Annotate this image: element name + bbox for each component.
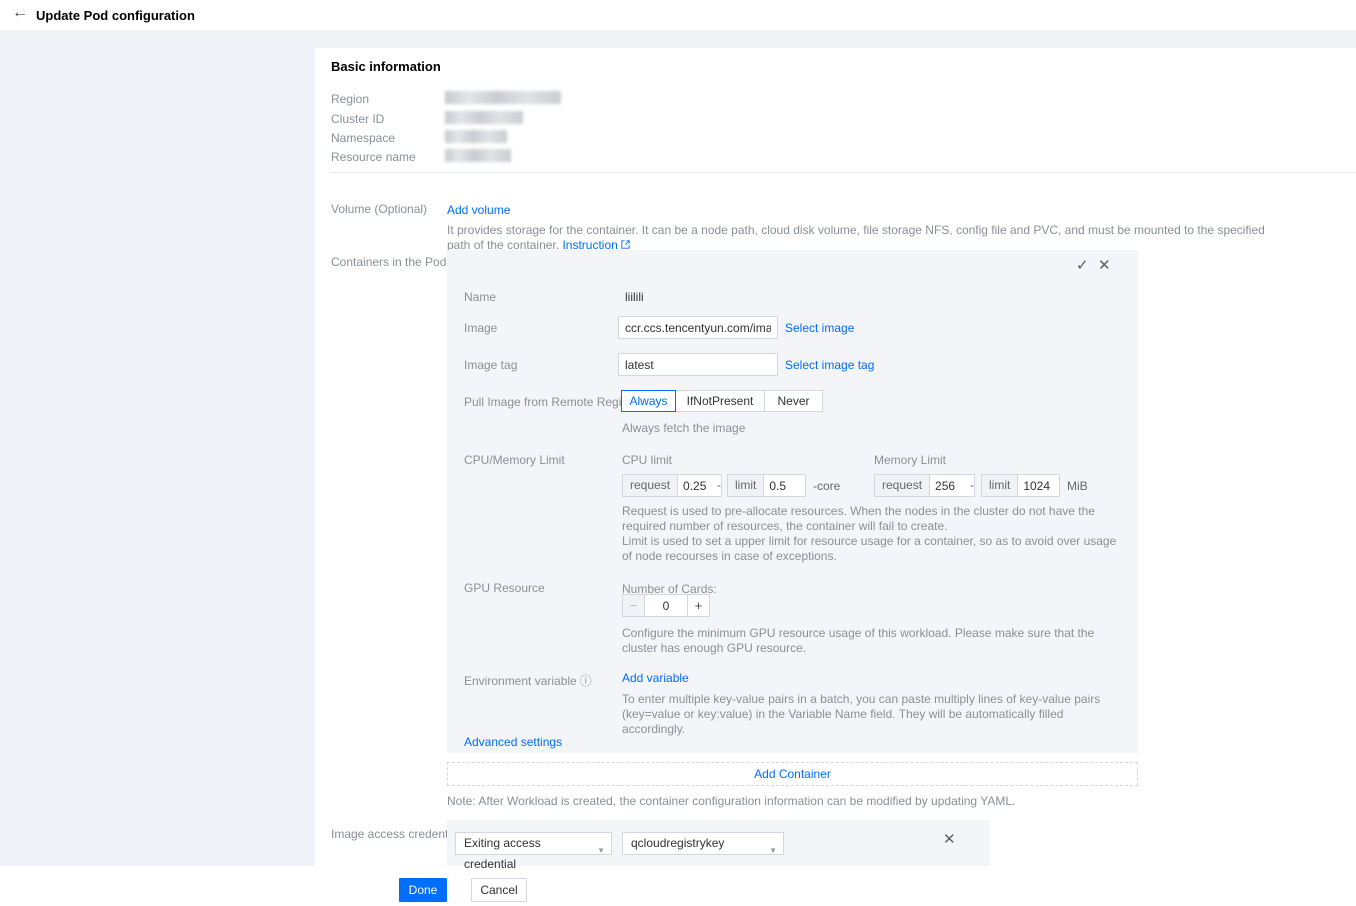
cluster-id-value-redacted (445, 111, 523, 124)
workload-note: Note: After Workload is created, the con… (447, 794, 1015, 808)
cpu-limit-title: CPU limit (622, 453, 672, 468)
basic-information-title: Basic information (331, 59, 441, 74)
chevron-down-icon: ▼ (597, 840, 605, 861)
update-pod-configuration-page: ← Update Pod configuration Basic informa… (0, 0, 1356, 906)
advanced-settings-link[interactable]: Advanced settings (464, 735, 562, 749)
select-image-tag-link[interactable]: Select image tag (785, 358, 874, 372)
external-link-icon (620, 239, 631, 250)
cpu-limit-addon: limit (727, 474, 763, 497)
cpu-limit-input[interactable] (763, 474, 806, 497)
pull-policy-button-group: Always IfNotPresent Never (622, 390, 823, 412)
environment-variable-description: To enter multiple key-value pairs in a b… (622, 692, 1127, 737)
memory-limit-input[interactable] (1017, 474, 1060, 497)
cpu-memory-limit-label: CPU/Memory Limit (464, 453, 565, 467)
container-name-label: Name (464, 290, 496, 304)
memory-limit-title: Memory Limit (874, 453, 946, 468)
image-label: Image (464, 321, 497, 335)
confirm-container-icon[interactable]: ✓ (1076, 258, 1089, 273)
gpu-count-input[interactable] (644, 594, 688, 617)
credential-key-value: qcloudregistrykey (631, 836, 724, 850)
cpu-memory-description-2: Limit is used to set a upper limit for r… (622, 534, 1122, 564)
memory-dash-separator: - (970, 478, 974, 492)
chevron-down-icon: ▼ (769, 840, 777, 861)
add-container-button[interactable]: Add Container (447, 762, 1138, 786)
memory-request-input[interactable] (929, 474, 975, 497)
credential-type-value: Exiting access credential (464, 836, 541, 871)
containers-in-pod-label: Containers in the Pod (331, 255, 446, 269)
credential-key-select[interactable]: qcloudregistrykey ▼ (622, 832, 784, 855)
pull-policy-never-button[interactable]: Never (764, 390, 823, 412)
gpu-resource-label: GPU Resource (464, 581, 545, 595)
pull-policy-hint: Always fetch the image (622, 421, 745, 436)
region-value-redacted (445, 91, 561, 104)
gpu-stepper: − + (622, 594, 710, 617)
page-title: Update Pod configuration (36, 8, 195, 23)
image-input[interactable] (618, 316, 778, 339)
section-divider (331, 172, 1356, 173)
resource-name-value-redacted (445, 149, 511, 162)
gpu-description: Configure the minimum GPU resource usage… (622, 626, 1112, 656)
cpu-request-input[interactable] (677, 474, 722, 497)
volume-label: Volume (Optional) (331, 202, 427, 216)
cpu-dash-separator: - (717, 478, 721, 492)
form-card: Basic information Region Cluster ID Name… (315, 48, 1356, 906)
image-tag-input[interactable] (618, 353, 778, 376)
memory-limit-addon: limit (981, 474, 1017, 497)
cpu-limit-group: limit (727, 474, 806, 497)
pull-policy-ifnotpresent-button[interactable]: IfNotPresent (675, 390, 765, 412)
gpu-increase-button[interactable]: + (687, 594, 710, 617)
info-icon[interactable]: ⓘ (580, 672, 592, 689)
memory-request-group: request (874, 474, 975, 497)
container-editor-panel: ✓ ✕ Name liilili Image Select image Imag… (447, 250, 1138, 753)
select-image-link[interactable]: Select image (785, 321, 854, 335)
back-arrow-icon[interactable]: ← (12, 4, 28, 22)
volume-description: It provides storage for the container. I… (447, 223, 1277, 253)
cpu-request-group: request (622, 474, 722, 497)
pull-policy-label: Pull Image from Remote Registry (464, 395, 641, 409)
remove-container-icon[interactable]: ✕ (1098, 258, 1111, 273)
add-volume-link[interactable]: Add volume (447, 203, 510, 217)
cluster-id-label: Cluster ID (331, 112, 384, 126)
cpu-request-addon: request (622, 474, 677, 497)
credential-type-select[interactable]: Exiting access credential ▼ (455, 832, 612, 855)
remove-credential-icon[interactable]: ✕ (943, 832, 956, 847)
cancel-button[interactable]: Cancel (471, 878, 527, 902)
environment-variable-label: Environment variableⓘ (464, 672, 592, 689)
image-access-credential-label: Image access credential (331, 827, 460, 841)
topbar: ← Update Pod configuration (0, 0, 1356, 30)
container-name-value: liilili (625, 290, 644, 304)
memory-request-addon: request (874, 474, 929, 497)
credential-panel: Exiting access credential ▼ qcloudregist… (447, 820, 990, 866)
namespace-label: Namespace (331, 131, 395, 145)
memory-unit-label: MiB (1067, 479, 1088, 493)
image-tag-label: Image tag (464, 358, 517, 372)
done-button[interactable]: Done (399, 878, 447, 902)
cpu-memory-description-1: Request is used to pre-allocate resource… (622, 504, 1122, 534)
environment-variable-label-text: Environment variable (464, 674, 577, 688)
namespace-value-redacted (445, 130, 507, 143)
region-label: Region (331, 92, 369, 106)
cpu-unit-label: -core (813, 479, 840, 493)
memory-limit-group: limit (981, 474, 1060, 497)
resource-name-label: Resource name (331, 150, 416, 164)
pull-policy-always-button[interactable]: Always (621, 390, 676, 412)
add-variable-link[interactable]: Add variable (622, 671, 689, 685)
gpu-decrease-button[interactable]: − (622, 594, 645, 617)
